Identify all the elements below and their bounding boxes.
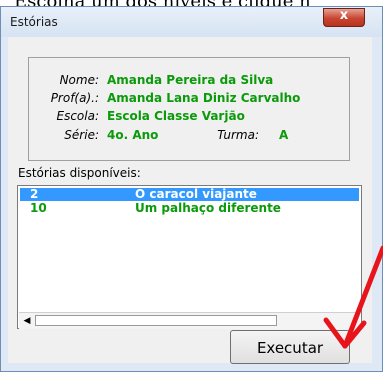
teacher-value: Amanda Lana Diniz Carvalho [107,91,301,105]
window-title: Estórias [10,15,58,29]
student-info-panel: Nome: Amanda Pereira da Silva Prof(a).: … [28,57,350,161]
teacher-label: Prof(a).: [50,91,99,105]
list-item[interactable]: 2 O caracol viajante [20,188,359,201]
class-value: A [279,128,289,142]
close-icon: x [339,8,349,23]
close-button[interactable]: x [323,8,365,27]
story-title: Um palhaço diferente [135,201,281,215]
grade-label: Série: [64,128,99,142]
execute-button[interactable]: Executar [230,330,350,364]
scroll-left-icon[interactable]: ◀ [21,315,33,327]
story-title: O caracol viajante [135,187,257,201]
story-number: 10 [30,201,47,215]
school-label: Escola: [56,109,99,123]
name-label: Nome: [59,73,99,87]
story-number: 2 [30,187,39,201]
scroll-thumb[interactable] [35,315,277,326]
stories-list-label: Estórias disponíveis: [18,166,141,180]
dialog-body: Nome: Amanda Pereira da Silva Prof(a).: … [8,37,372,364]
stories-listbox[interactable]: 2 O caracol viajante 10 Um palhaço difer… [17,185,362,329]
class-label: Turma: [217,128,259,142]
grade-value: 4o. Ano [107,128,159,142]
title-bar: Estórias x [1,7,382,37]
horizontal-scrollbar[interactable]: ◀ [19,312,360,329]
list-item[interactable]: 10 Um palhaço diferente [20,202,359,215]
school-value: Escola Classe Varjão [107,109,245,123]
name-value: Amanda Pereira da Silva [107,73,274,87]
stories-dialog: Estórias x Nome: Amanda Pereira da Silva… [0,6,383,372]
execute-button-label: Executar [256,339,324,357]
